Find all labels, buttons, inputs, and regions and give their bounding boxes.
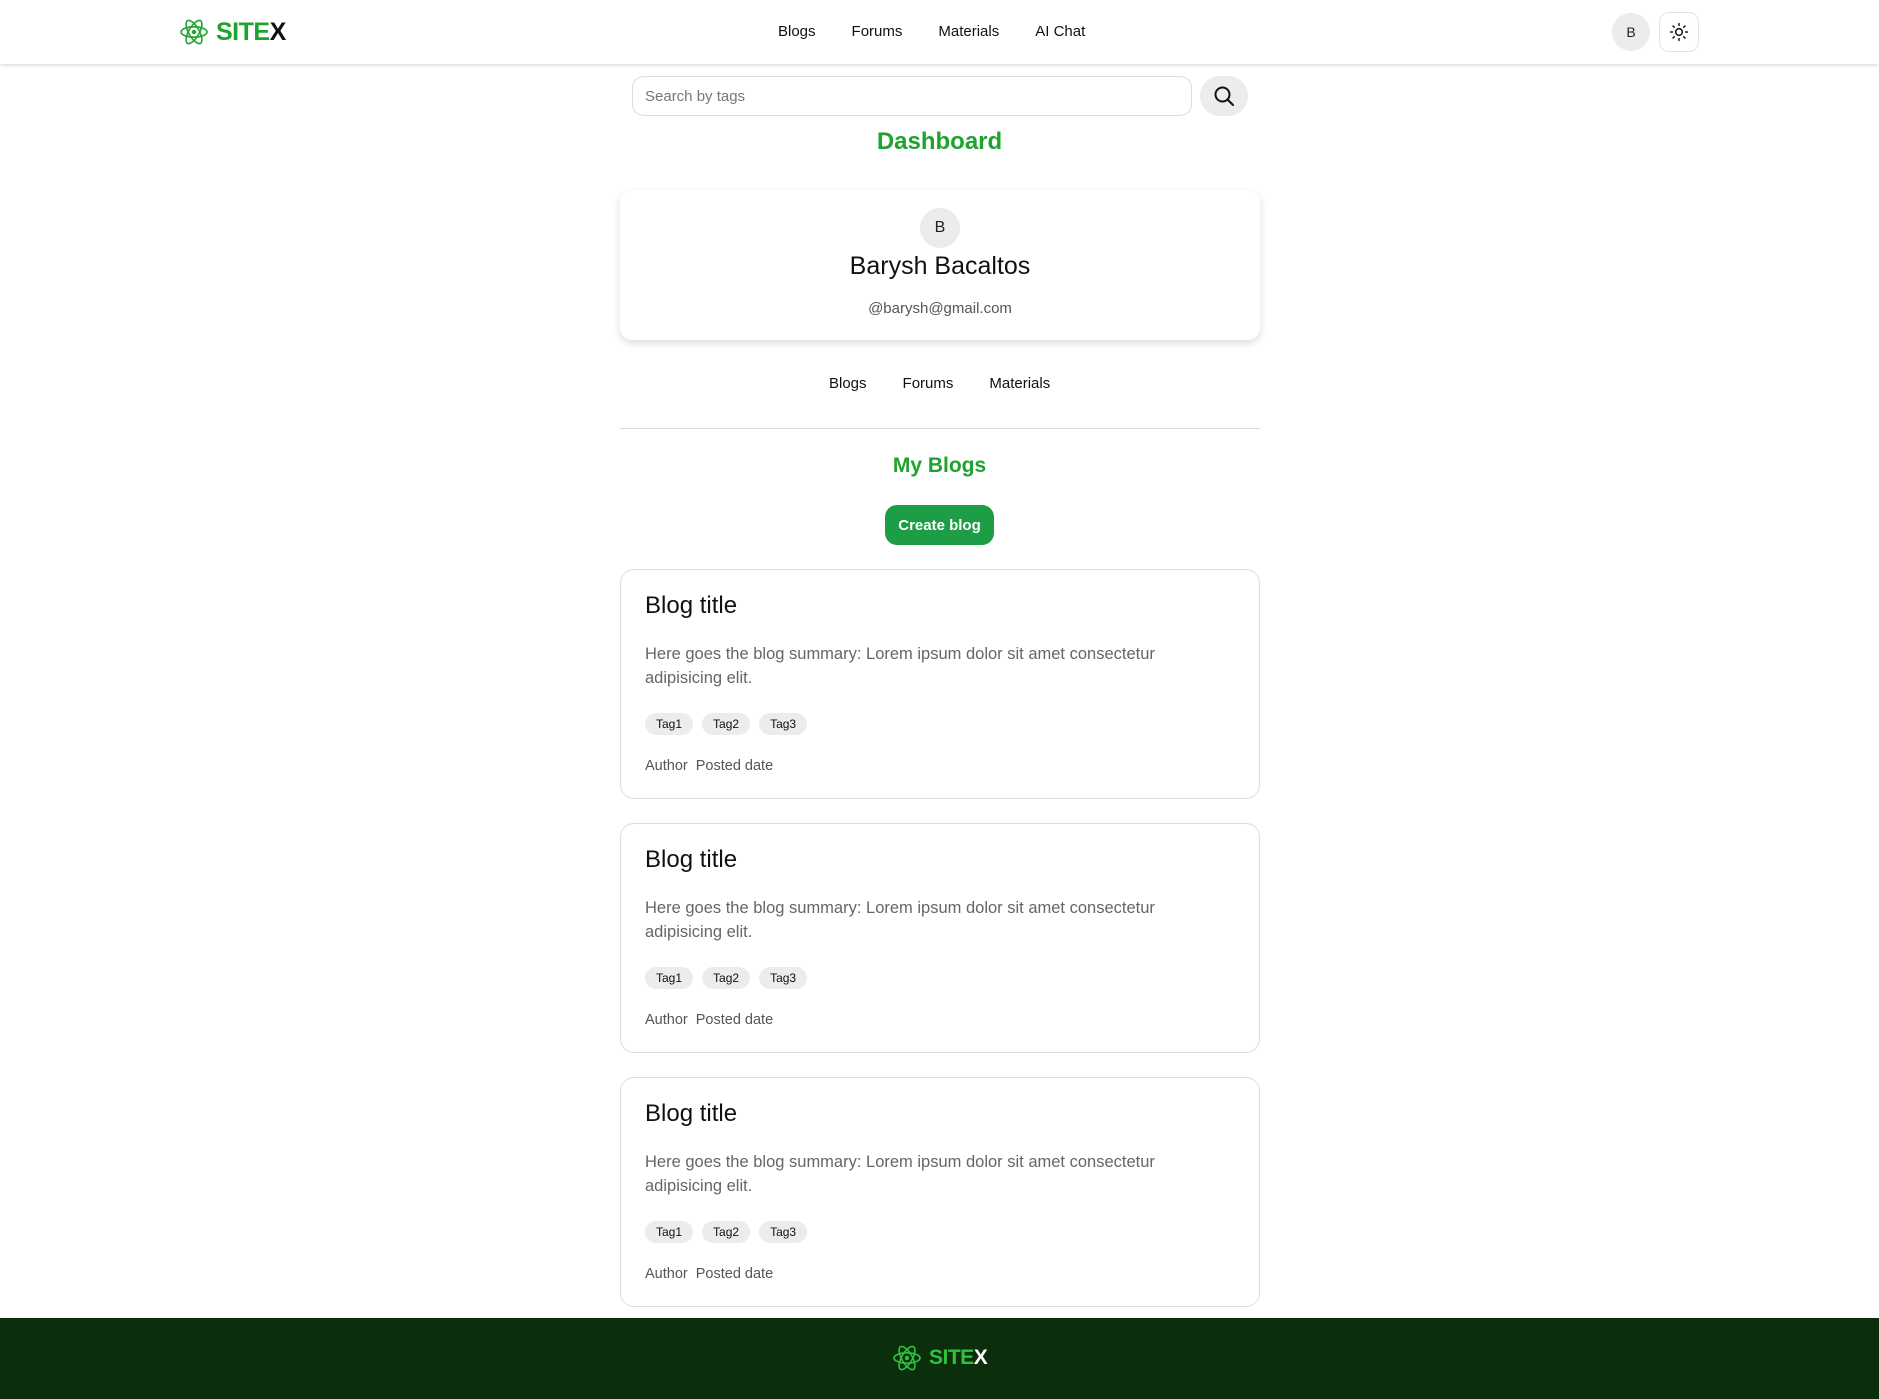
blog-summary: Here goes the blog summary: Lorem ipsum …	[645, 899, 1155, 941]
tab-materials[interactable]: Materials	[989, 372, 1050, 396]
search-button[interactable]	[1200, 76, 1248, 116]
atom-icon	[180, 19, 208, 45]
top-navbar: SITEX Blogs Forums Materials AI Chat B	[0, 0, 1879, 64]
blog-title[interactable]: Blog title	[645, 1100, 737, 1128]
nav-link-ai-chat[interactable]: AI Chat	[1035, 20, 1085, 44]
footer-brand-name: SITEX	[929, 1346, 988, 1370]
blog-title[interactable]: Blog title	[645, 846, 737, 874]
tag-chip[interactable]: Tag1	[645, 713, 694, 735]
tab-blogs[interactable]: Blogs	[829, 372, 867, 396]
blog-date: Posted date	[695, 758, 774, 774]
section-divider	[620, 428, 1260, 429]
create-blog-button[interactable]: Create blog	[885, 505, 994, 545]
blog-author: Author	[645, 758, 688, 774]
dashboard-tabs: Blogs Forums Materials	[829, 372, 1050, 396]
tag-chip[interactable]: Tag2	[702, 713, 751, 735]
blog-meta: Author Posted date	[645, 1012, 773, 1028]
sun-icon	[1669, 22, 1689, 42]
brand-name-x: X	[269, 17, 287, 46]
user-avatar-button[interactable]: B	[1612, 13, 1650, 51]
tag-chip[interactable]: Tag2	[702, 1221, 751, 1243]
theme-toggle-button[interactable]	[1659, 12, 1699, 52]
tag-chip[interactable]: Tag1	[645, 1221, 694, 1243]
footer-brand-site: SITE	[929, 1346, 974, 1369]
nav-link-blogs[interactable]: Blogs	[778, 20, 816, 44]
blog-tags: Tag1 Tag2 Tag3	[645, 1221, 808, 1243]
page: SITEX Blogs Forums Materials AI Chat B S…	[0, 0, 1879, 1399]
tag-chip[interactable]: Tag3	[759, 967, 808, 989]
tag-search-input[interactable]	[632, 76, 1192, 116]
blog-summary: Here goes the blog summary: Lorem ipsum …	[645, 1153, 1155, 1195]
brand-logo-link[interactable]: SITEX	[178, 16, 286, 48]
blog-author: Author	[645, 1012, 688, 1028]
blog-date: Posted date	[695, 1266, 774, 1282]
nav-link-forums[interactable]: Forums	[852, 20, 903, 44]
blog-card[interactable]: Blog title Here goes the blog summary: L…	[620, 1077, 1260, 1307]
page-title: Dashboard	[876, 128, 1003, 155]
tag-chip[interactable]: Tag3	[759, 1221, 808, 1243]
footer-brand[interactable]: SITEX	[891, 1342, 988, 1374]
blog-title[interactable]: Blog title	[645, 592, 737, 620]
site-footer: SITEX	[0, 1318, 1879, 1399]
nav-link-materials[interactable]: Materials	[938, 20, 999, 44]
brand-name: SITEX	[216, 18, 286, 47]
tag-chip[interactable]: Tag1	[645, 967, 694, 989]
blog-meta: Author Posted date	[645, 758, 773, 774]
blog-card[interactable]: Blog title Here goes the blog summary: L…	[620, 569, 1260, 799]
section-title: My Blogs	[892, 454, 987, 477]
profile-avatar: B	[920, 208, 960, 248]
blog-card[interactable]: Blog title Here goes the blog summary: L…	[620, 823, 1260, 1053]
blog-summary: Here goes the blog summary: Lorem ipsum …	[645, 645, 1155, 687]
tab-forums[interactable]: Forums	[903, 372, 954, 396]
blog-list: Blog title Here goes the blog summary: L…	[620, 569, 1260, 1331]
atom-icon	[893, 1345, 921, 1371]
tag-chip[interactable]: Tag3	[759, 713, 808, 735]
footer-brand-x: X	[973, 1346, 988, 1369]
blog-tags: Tag1 Tag2 Tag3	[645, 967, 808, 989]
blog-date: Posted date	[695, 1012, 774, 1028]
brand-name-site: SITE	[216, 17, 270, 46]
blog-tags: Tag1 Tag2 Tag3	[645, 713, 808, 735]
tag-chip[interactable]: Tag2	[702, 967, 751, 989]
profile-card: B Barysh Bacaltos @barysh@gmail.com	[620, 190, 1260, 340]
blog-author: Author	[645, 1266, 688, 1282]
search-icon	[1214, 86, 1234, 106]
profile-email: @barysh@gmail.com	[868, 300, 1012, 317]
profile-name: Barysh Bacaltos	[849, 252, 1031, 280]
main-nav: Blogs Forums Materials AI Chat	[778, 20, 1085, 44]
blog-meta: Author Posted date	[645, 1266, 773, 1282]
